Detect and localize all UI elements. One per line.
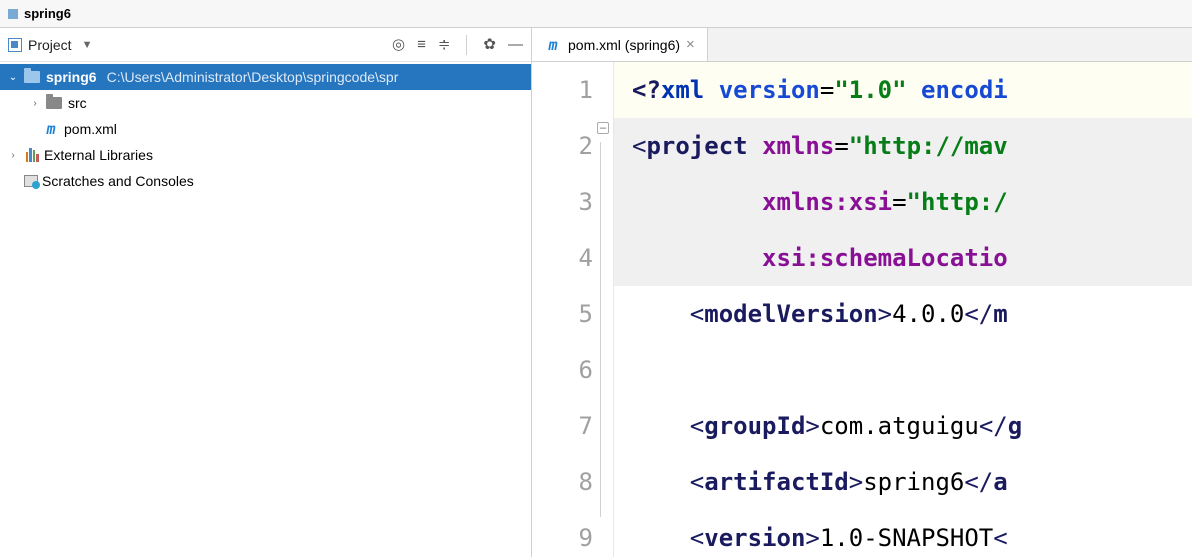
code-line[interactable]: <version>1.0-SNAPSHOT< xyxy=(614,510,1192,557)
code-line[interactable]: <project xmlns="http://mav xyxy=(614,118,1192,174)
fold-toggle-icon[interactable]: − xyxy=(597,122,609,134)
code-area[interactable]: 1 2 3 4 5 6 7 8 9 − <?xml version="1.0" … xyxy=(532,62,1192,557)
tree-root-path: C:\Users\Administrator\Desktop\springcod… xyxy=(107,69,399,85)
tree-root-name: spring6 xyxy=(46,69,97,85)
editor-tabs: m pom.xml (spring6) × xyxy=(532,28,1192,62)
project-cube-icon xyxy=(8,9,18,19)
folder-icon xyxy=(46,97,62,109)
code-line[interactable]: xmlns:xsi="http:/ xyxy=(614,174,1192,230)
window-title: spring6 xyxy=(24,6,71,21)
expand-icon[interactable]: › xyxy=(6,150,20,161)
code-body[interactable]: <?xml version="1.0" encodi <project xmln… xyxy=(614,62,1192,557)
code-line[interactable]: <artifactId>spring6</a xyxy=(614,454,1192,510)
tree-root-row[interactable]: ⌄ spring6 C:\Users\Administrator\Desktop… xyxy=(0,64,531,90)
tree-scratches-label: Scratches and Consoles xyxy=(42,173,194,189)
line-number: 1 xyxy=(532,62,593,118)
project-header-actions: ◎ ≡ ≑ ✿ — xyxy=(392,35,523,55)
project-view-label[interactable]: Project xyxy=(28,37,72,53)
tree-pom-row[interactable]: m pom.xml xyxy=(0,116,531,142)
line-number: 9 xyxy=(532,510,593,557)
project-tool-header: Project ▼ ◎ ≡ ≑ ✿ — xyxy=(0,28,531,62)
maven-file-icon: m xyxy=(42,120,60,138)
expand-icon[interactable]: ⌄ xyxy=(6,72,20,83)
project-tree[interactable]: ⌄ spring6 C:\Users\Administrator\Desktop… xyxy=(0,62,531,557)
code-line[interactable]: <?xml version="1.0" encodi xyxy=(614,62,1192,118)
line-number: 7 xyxy=(532,398,593,454)
tree-src-label: src xyxy=(68,95,87,111)
tree-src-row[interactable]: › src xyxy=(0,90,531,116)
project-view-icon xyxy=(8,38,22,52)
line-number: 2 xyxy=(532,118,593,174)
libraries-icon xyxy=(24,148,40,162)
line-number: 8 xyxy=(532,454,593,510)
editor-panel: m pom.xml (spring6) × 1 2 3 4 5 6 7 8 9 … xyxy=(532,28,1192,557)
close-icon[interactable]: × xyxy=(686,36,695,53)
main-area: Project ▼ ◎ ≡ ≑ ✿ — ⌄ spring6 C:\Users\A… xyxy=(0,28,1192,557)
target-icon[interactable]: ◎ xyxy=(392,37,405,52)
expand-all-icon[interactable]: ≡ xyxy=(417,37,426,52)
editor-tab-label: pom.xml (spring6) xyxy=(568,37,680,53)
line-number: 4 xyxy=(532,230,593,286)
tree-external-row[interactable]: › External Libraries xyxy=(0,142,531,168)
line-gutter: 1 2 3 4 5 6 7 8 9 − xyxy=(532,62,614,557)
code-line[interactable]: <modelVersion>4.0.0</m xyxy=(614,286,1192,342)
fold-line xyxy=(600,142,610,517)
divider xyxy=(466,35,467,55)
line-number: 5 xyxy=(532,286,593,342)
expand-icon[interactable]: › xyxy=(28,98,42,109)
code-line[interactable] xyxy=(614,342,1192,398)
line-number: 3 xyxy=(532,174,593,230)
maven-file-icon: m xyxy=(544,36,562,54)
code-line[interactable]: <groupId>com.atguigu</g xyxy=(614,398,1192,454)
tree-pom-label: pom.xml xyxy=(64,121,117,137)
tree-scratches-row[interactable]: Scratches and Consoles xyxy=(0,168,531,194)
fold-region: − xyxy=(597,122,611,134)
collapse-all-icon[interactable]: ≑ xyxy=(438,37,451,52)
editor-tab[interactable]: m pom.xml (spring6) × xyxy=(532,28,708,61)
scratches-icon xyxy=(24,175,38,187)
tree-external-label: External Libraries xyxy=(44,147,153,163)
module-folder-icon xyxy=(24,71,40,83)
project-sidebar: Project ▼ ◎ ≡ ≑ ✿ — ⌄ spring6 C:\Users\A… xyxy=(0,28,532,557)
code-line[interactable]: xsi:schemaLocatio xyxy=(614,230,1192,286)
hide-icon[interactable]: — xyxy=(508,37,523,52)
chevron-down-icon[interactable]: ▼ xyxy=(82,39,93,51)
gear-icon[interactable]: ✿ xyxy=(483,37,496,52)
line-number: 6 xyxy=(532,342,593,398)
title-bar: spring6 xyxy=(0,0,1192,28)
